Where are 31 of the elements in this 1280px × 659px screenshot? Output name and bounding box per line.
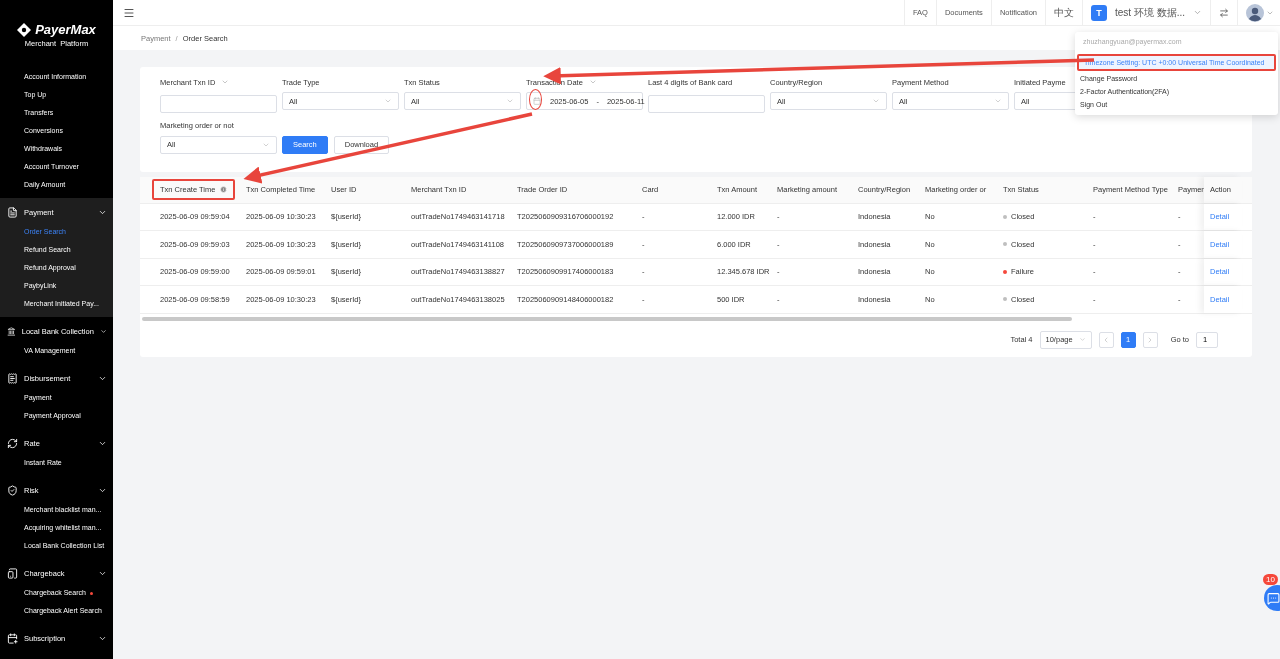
logo-icon xyxy=(17,22,32,37)
top-link[interactable]: 中文 xyxy=(1045,0,1082,25)
chevron-icon xyxy=(994,97,1002,105)
switch-icon[interactable] xyxy=(1219,7,1229,18)
calendar-icon xyxy=(533,97,541,105)
chat-badge: 10 xyxy=(1263,574,1278,585)
brand-name: PayerMax xyxy=(35,22,96,37)
info-icon[interactable] xyxy=(220,186,228,193)
group-icon xyxy=(7,632,18,644)
chevron-icon[interactable] xyxy=(221,78,230,86)
group-icon xyxy=(7,437,18,449)
chevron-icon xyxy=(872,97,880,105)
account-switcher[interactable]: T test 环境 数据... xyxy=(1082,0,1210,25)
chevron-icon xyxy=(384,97,392,105)
group-icon xyxy=(7,567,18,579)
group-icon xyxy=(7,372,18,384)
group-icon xyxy=(7,206,18,218)
chevron-icon[interactable] xyxy=(588,78,597,86)
menu-icon[interactable] xyxy=(123,6,135,19)
account-avatar: T xyxy=(1091,4,1107,21)
text-field[interactable] xyxy=(160,94,277,113)
chevron-icon xyxy=(1193,8,1202,17)
chevron-icon xyxy=(1078,336,1086,343)
scrollbar[interactable] xyxy=(142,316,1072,321)
group-icon xyxy=(7,484,18,496)
chevron-icon xyxy=(506,97,514,105)
text-field[interactable] xyxy=(648,94,765,113)
user-avatar-icon xyxy=(1246,3,1264,22)
group-icon xyxy=(7,325,16,337)
prev-page-button[interactable] xyxy=(1098,331,1114,348)
next-page-button[interactable] xyxy=(1142,331,1158,348)
